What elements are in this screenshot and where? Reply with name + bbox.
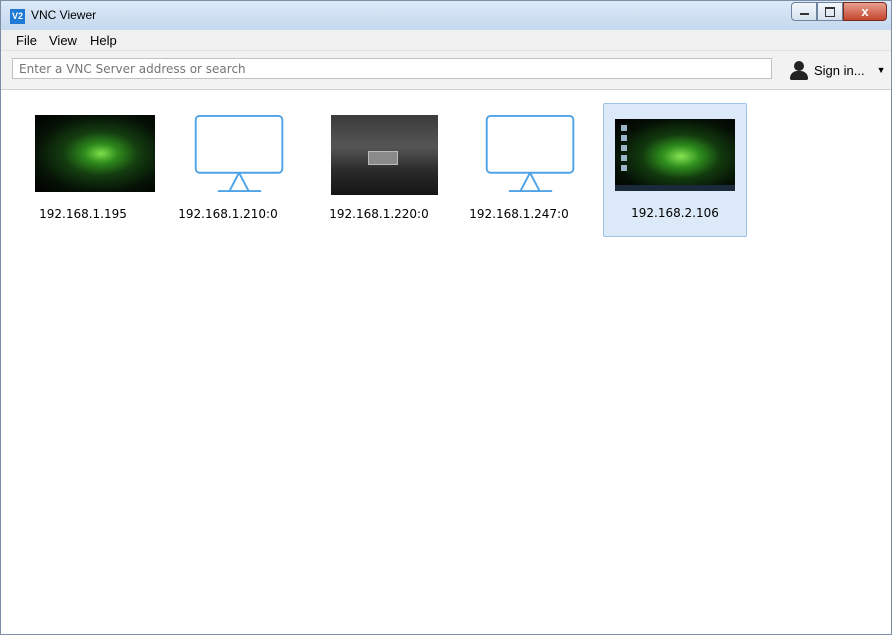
minimize-icon xyxy=(800,13,809,15)
vnc-viewer-window: V2 VNC Viewer x File View Help Sign in..… xyxy=(0,0,892,635)
chevron-down-icon[interactable]: ▼ xyxy=(877,65,886,75)
connection-tile[interactable]: 192.168.1.247:0 xyxy=(447,103,591,237)
connection-tile[interactable]: 192.168.1.220:0 xyxy=(307,103,451,237)
user-avatar-icon xyxy=(790,60,808,80)
desktop-preview-thumbnail xyxy=(35,115,155,192)
monitor-icon xyxy=(194,115,284,192)
window-controls: x xyxy=(791,2,887,21)
toolbar: Sign in... ▼ xyxy=(1,51,891,90)
close-button[interactable]: x xyxy=(843,2,887,21)
monitor-icon xyxy=(485,115,575,192)
address-book: 192.168.1.195 192.168.1.210:0 192.168.1.… xyxy=(1,90,891,634)
menu-bar: File View Help xyxy=(1,30,891,51)
connection-address: 192.168.1.195 xyxy=(39,207,127,221)
vnc-logo-icon: V2 xyxy=(10,9,25,24)
window-title: VNC Viewer xyxy=(31,8,97,22)
menu-view[interactable]: View xyxy=(49,33,77,48)
menu-file[interactable]: File xyxy=(16,33,37,48)
connection-address: 192.168.1.220:0 xyxy=(329,207,429,221)
connection-address: 192.168.1.210:0 xyxy=(178,207,278,221)
menu-help[interactable]: Help xyxy=(90,33,117,48)
title-bar[interactable]: V2 VNC Viewer x xyxy=(1,1,891,30)
sign-in-button[interactable]: Sign in... ▼ xyxy=(790,59,886,81)
search-input[interactable] xyxy=(12,58,772,79)
connection-tile-selected[interactable]: 192.168.2.106 xyxy=(603,103,747,237)
sign-in-label: Sign in... xyxy=(814,62,865,78)
connection-tile[interactable]: 192.168.1.195 xyxy=(11,103,155,237)
desktop-preview-thumbnail xyxy=(615,119,735,191)
connection-address: 192.168.1.247:0 xyxy=(469,207,569,221)
connection-address: 192.168.2.106 xyxy=(631,206,719,220)
maximize-icon xyxy=(825,7,835,17)
maximize-button[interactable] xyxy=(817,2,843,21)
close-icon: x xyxy=(861,4,869,19)
desktop-preview-thumbnail xyxy=(331,115,438,195)
connection-tile[interactable]: 192.168.1.210:0 xyxy=(156,103,300,237)
minimize-button[interactable] xyxy=(791,2,817,21)
